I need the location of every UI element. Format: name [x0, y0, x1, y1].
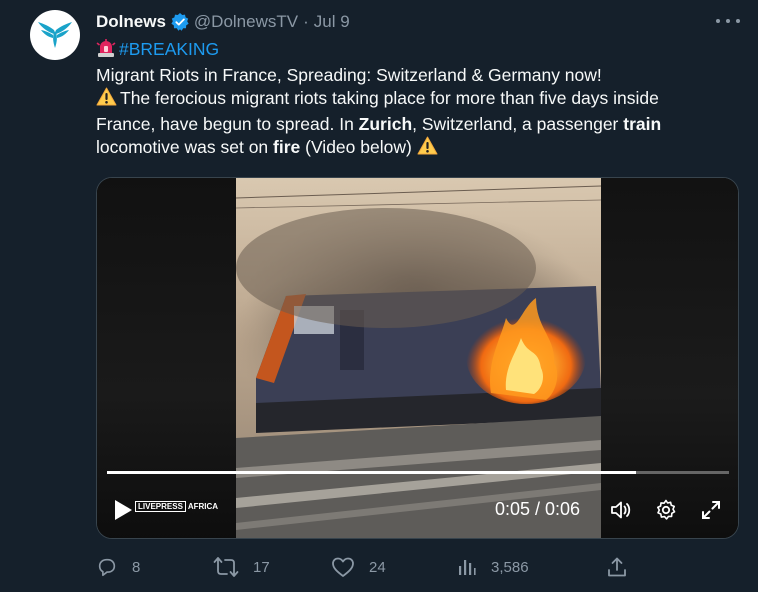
play-icon[interactable] — [113, 499, 133, 521]
author-name[interactable]: Dolnews — [96, 12, 166, 32]
tweet-line-4-a: France, have begun to spread. In — [96, 113, 359, 134]
volume-icon[interactable] — [609, 498, 633, 522]
reply-count: 8 — [132, 558, 141, 576]
siren-emoji-icon — [96, 39, 116, 64]
header-separator: · — [303, 12, 309, 31]
tweet-date[interactable]: Jul 9 — [314, 12, 350, 32]
watermark-brand: LIVEPRESS — [135, 501, 186, 512]
author-handle[interactable]: @DolnewsTV — [194, 12, 298, 32]
like-icon — [332, 557, 354, 577]
tweet-text: #BREAKING Migrant Riots in France, Sprea… — [96, 38, 741, 162]
video-controls: LIVEPRESS AFRICA 0:05 / 0:06 — [97, 488, 738, 528]
watermark-region: AFRICA — [187, 502, 219, 511]
like-count: 24 — [369, 558, 386, 576]
like-button[interactable]: 24 — [331, 554, 386, 580]
tweet-line-5-c: (Video below) — [300, 137, 417, 158]
tweet-line-4: France, have begun to spread. In Zurich,… — [96, 113, 741, 137]
video-watermark: LIVEPRESS AFRICA — [135, 501, 219, 512]
reply-icon — [98, 558, 116, 577]
dolnews-logo-icon — [38, 22, 72, 48]
share-icon — [608, 557, 626, 577]
tweet-line-5-a: locomotive was set on — [96, 137, 274, 158]
share-button[interactable] — [606, 554, 642, 580]
tweet[interactable]: Dolnews @DolnewsTV · Jul 9 #BREAKING Mig… — [0, 0, 758, 592]
retweet-button[interactable]: 17 — [213, 554, 270, 580]
video-frame-burning-train — [236, 178, 601, 538]
bold-train: train — [623, 113, 662, 134]
tweet-line-3: The ferocious migrant riots taking place… — [96, 87, 741, 113]
warning-emoji-icon — [417, 136, 438, 162]
tweet-line-5: locomotive was set on fire (Video below) — [96, 136, 741, 162]
more-icon[interactable] — [716, 14, 740, 28]
tweet-actions: 8 17 24 3,586 — [96, 554, 656, 580]
video-progress-fill — [107, 471, 636, 474]
video-progress-bar[interactable] — [107, 471, 729, 474]
tweet-line-1: #BREAKING — [96, 38, 741, 64]
tweet-line-3-text: The ferocious migrant riots taking place… — [120, 88, 659, 109]
hashtag-link[interactable]: #BREAKING — [119, 39, 219, 59]
retweet-count: 17 — [253, 558, 270, 576]
video-blur-left — [97, 178, 236, 538]
settings-icon[interactable] — [654, 498, 678, 522]
views-button[interactable]: 3,586 — [457, 554, 529, 580]
fullscreen-icon[interactable] — [699, 498, 723, 522]
tweet-line-4-c: , Switzerland, a passenger — [412, 113, 624, 134]
bold-fire: fire — [273, 137, 301, 158]
verified-badge-icon — [170, 12, 190, 32]
video-blur-right — [601, 178, 738, 538]
video-player[interactable]: LIVEPRESS AFRICA 0:05 / 0:06 — [96, 177, 739, 539]
reply-button[interactable]: 8 — [96, 554, 140, 580]
avatar[interactable] — [30, 10, 80, 60]
views-icon — [459, 560, 476, 575]
video-time: 0:05 / 0:06 — [495, 499, 581, 519]
tweet-header: Dolnews @DolnewsTV · Jul 9 — [96, 11, 350, 33]
tweet-line-2: Migrant Riots in France, Spreading: Swit… — [96, 64, 602, 85]
views-count: 3,586 — [491, 558, 529, 576]
warning-emoji-icon — [96, 87, 117, 113]
bold-zurich: Zurich — [358, 113, 413, 134]
retweet-icon — [213, 557, 239, 577]
